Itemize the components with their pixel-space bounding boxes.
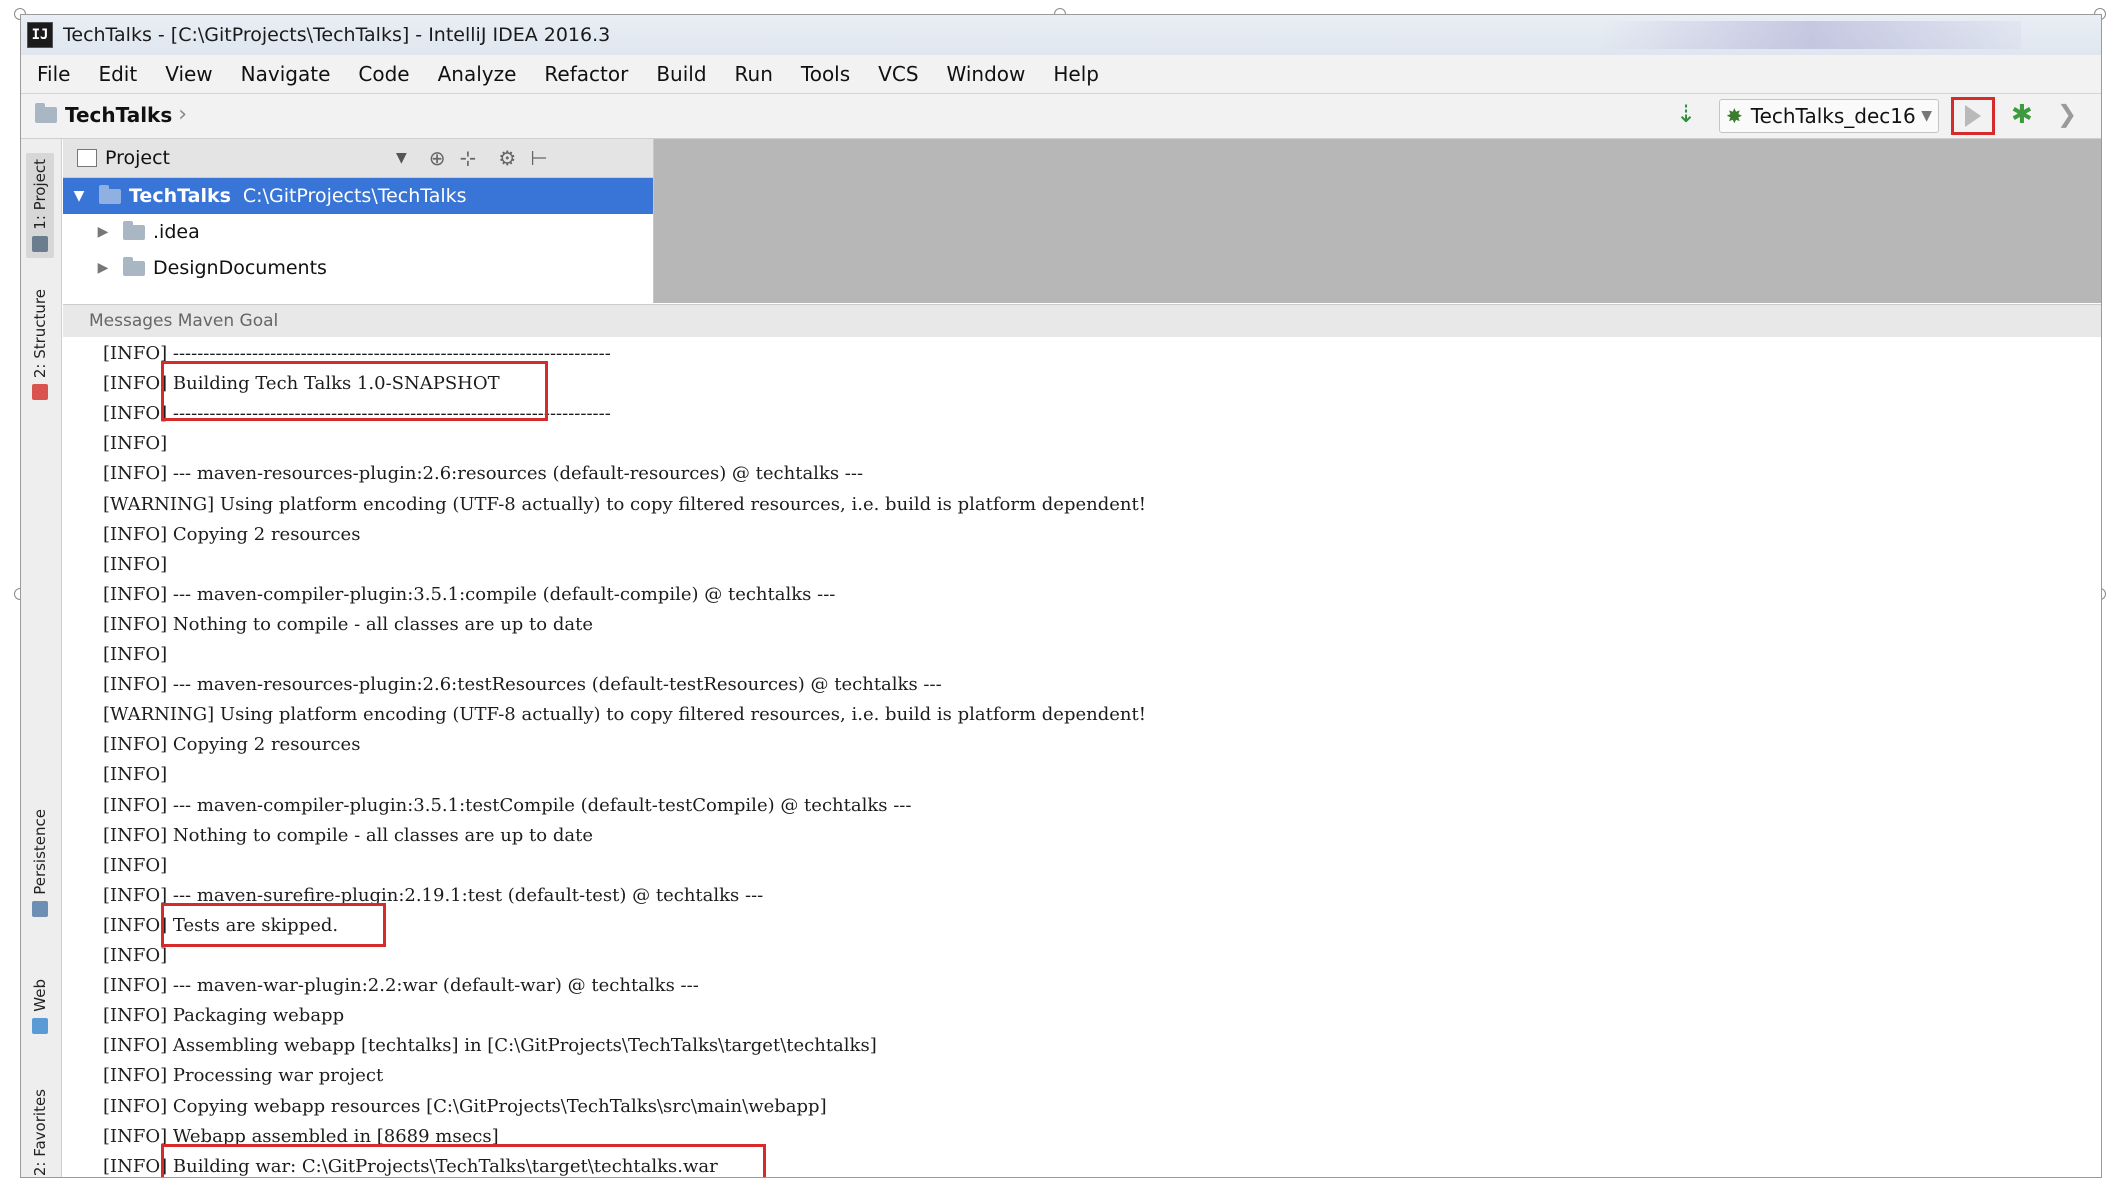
intellij-logo-icon: IJ bbox=[27, 22, 53, 48]
menu-tools[interactable]: Tools bbox=[797, 60, 854, 88]
console-line: [INFO] bbox=[103, 854, 168, 876]
hide-panel-icon[interactable]: ⊢ bbox=[530, 146, 547, 170]
left-tool-strip: 1: Project 2: Structure Persistence Web … bbox=[21, 139, 62, 1177]
console-line: [INFO] bbox=[103, 764, 168, 786]
folder-icon bbox=[123, 256, 145, 276]
highlight-box bbox=[160, 902, 387, 947]
navigation-bar: TechTalks › ⇣ ✸ TechTalks_dec16 ▼ ✱ ❯ bbox=[21, 94, 2101, 139]
tree-item-path: C:\GitProjects\TechTalks bbox=[242, 185, 467, 207]
menu-edit[interactable]: Edit bbox=[94, 60, 141, 88]
collapse-all-icon[interactable]: ⊹ bbox=[460, 146, 477, 170]
project-icon bbox=[32, 235, 48, 252]
run-configuration-dropdown[interactable]: ✸ TechTalks_dec16 ▼ bbox=[1719, 99, 1939, 133]
console-line: [WARNING] Using platform encoding (UTF-8… bbox=[103, 493, 1146, 515]
web-icon bbox=[32, 1017, 48, 1034]
console-line: [INFO] Packaging webapp bbox=[103, 1005, 345, 1027]
run-configuration-label: TechTalks_dec16 bbox=[1750, 104, 1916, 128]
project-panel-header: Project ▼ ⊕ ⊹ ⚙ ⊢ bbox=[63, 139, 653, 178]
console-line: [INFO] --- maven-war-plugin:2.2:war (def… bbox=[103, 975, 699, 997]
console-line: [INFO] --- maven-resources-plugin:2.6:re… bbox=[103, 463, 864, 485]
project-view-icon bbox=[77, 149, 97, 167]
menu-build[interactable]: Build bbox=[652, 60, 710, 88]
console-line: [INFO] bbox=[103, 553, 168, 575]
gear-icon[interactable]: ⚙ bbox=[498, 146, 516, 170]
maven-console-output[interactable]: [INFO] ---------------------------------… bbox=[63, 337, 2101, 1177]
console-line: [WARNING] Using platform encoding (UTF-8… bbox=[103, 704, 1146, 726]
run-with-coverage-icon[interactable]: ❯ bbox=[2057, 100, 2077, 128]
console-line: [INFO] Copying webapp resources [C:\GitP… bbox=[103, 1095, 827, 1117]
console-line: [INFO] --- maven-resources-plugin:2.6:te… bbox=[103, 674, 942, 696]
menu-code[interactable]: Code bbox=[354, 60, 413, 88]
menu-refactor[interactable]: Refactor bbox=[540, 60, 632, 88]
console-line: [INFO] Copying 2 resources bbox=[103, 734, 361, 756]
menu-help[interactable]: Help bbox=[1049, 60, 1103, 88]
tab-web[interactable]: Web bbox=[26, 979, 54, 1034]
menu-analyze[interactable]: Analyze bbox=[434, 60, 521, 88]
tab-web-label: Web bbox=[31, 979, 49, 1012]
messages-panel-title: Messages Maven Goal bbox=[89, 311, 279, 331]
highlight-box bbox=[160, 361, 548, 422]
console-line: [INFO] bbox=[103, 644, 168, 665]
project-panel-title[interactable]: Project bbox=[105, 147, 170, 169]
structure-icon bbox=[32, 384, 48, 401]
tab-structure-label: 2: Structure bbox=[31, 289, 49, 379]
console-line: [INFO] Nothing to compile - all classes … bbox=[103, 613, 593, 635]
chevron-down-icon[interactable]: ▼ bbox=[396, 150, 407, 166]
menu-run[interactable]: Run bbox=[731, 60, 777, 88]
chevron-right-icon: › bbox=[178, 102, 188, 127]
collapsed-arrow-icon[interactable]: ▶ bbox=[91, 260, 115, 276]
ide-window: IJ TechTalks - [C:\GitProjects\TechTalks… bbox=[20, 14, 2102, 1178]
maven-config-icon: ✸ bbox=[1726, 104, 1743, 128]
menu-navigate[interactable]: Navigate bbox=[237, 60, 335, 88]
play-icon bbox=[1965, 105, 1981, 127]
tree-item-techtalks[interactable]: ▼ TechTalks C:\GitProjects\TechTalks bbox=[63, 178, 653, 214]
title-bar: IJ TechTalks - [C:\GitProjects\TechTalks… bbox=[21, 15, 2101, 56]
console-line: [INFO] Processing war project bbox=[103, 1065, 384, 1087]
menu-bar: File Edit View Navigate Code Analyze Ref… bbox=[21, 55, 2101, 94]
console-line: [INFO] Assembling webapp [techtalks] in … bbox=[103, 1035, 877, 1057]
module-folder-icon bbox=[99, 184, 121, 204]
tab-persistence-label: Persistence bbox=[31, 809, 49, 895]
messages-panel-header: Messages Maven Goal bbox=[63, 304, 2101, 338]
console-line: [INFO] Nothing to compile - all classes … bbox=[103, 824, 593, 846]
menu-file[interactable]: File bbox=[33, 60, 74, 88]
collapsed-arrow-icon[interactable]: ▶ bbox=[91, 224, 115, 240]
tab-project[interactable]: 1: Project bbox=[26, 153, 54, 258]
persistence-icon bbox=[32, 900, 48, 917]
tab-favorites-label: 2: Favorites bbox=[31, 1089, 49, 1177]
console-line: [INFO] bbox=[103, 433, 168, 455]
console-line: [INFO] --- maven-compiler-plugin:3.5.1:c… bbox=[103, 583, 836, 605]
tree-item-name: .idea bbox=[153, 221, 200, 243]
debug-bug-icon[interactable]: ✱ bbox=[2011, 100, 2033, 130]
breadcrumb[interactable]: TechTalks › bbox=[35, 102, 187, 127]
tab-structure[interactable]: 2: Structure bbox=[26, 289, 54, 401]
menu-vcs[interactable]: VCS bbox=[874, 60, 922, 88]
tree-item-designdocuments[interactable]: ▶ DesignDocuments bbox=[63, 250, 653, 286]
tree-item-idea[interactable]: ▶ .idea bbox=[63, 214, 653, 250]
breadcrumb-project: TechTalks bbox=[65, 102, 173, 127]
editor-area bbox=[654, 139, 2101, 303]
obscured-area bbox=[1601, 21, 2021, 49]
chevron-down-icon: ▼ bbox=[1921, 108, 1932, 124]
run-button[interactable] bbox=[1951, 97, 1995, 135]
window-title: TechTalks - [C:\GitProjects\TechTalks] -… bbox=[63, 24, 611, 46]
build-icon[interactable]: ⇣ bbox=[1676, 100, 1696, 128]
expand-arrow-icon[interactable]: ▼ bbox=[67, 188, 91, 204]
console-line: [INFO] Copying 2 resources bbox=[103, 523, 361, 545]
tab-persistence[interactable]: Persistence bbox=[26, 809, 54, 917]
project-tool-window: Project ▼ ⊕ ⊹ ⚙ ⊢ ▼ TechTalks C:\GitProj… bbox=[63, 139, 654, 303]
tab-favorites[interactable]: 2: Favorites bbox=[26, 1089, 54, 1176]
menu-window[interactable]: Window bbox=[943, 60, 1030, 88]
folder-icon bbox=[123, 220, 145, 240]
tab-project-label: 1: Project bbox=[31, 159, 49, 230]
console-line: [INFO] bbox=[103, 945, 168, 966]
sync-icon[interactable]: ⊕ bbox=[429, 146, 446, 170]
project-folder-icon bbox=[35, 102, 57, 123]
tree-item-name: TechTalks bbox=[129, 185, 231, 207]
menu-view[interactable]: View bbox=[161, 60, 216, 88]
highlight-box bbox=[160, 1143, 766, 1177]
console-line: [INFO] --- maven-compiler-plugin:3.5.1:t… bbox=[103, 794, 912, 816]
tree-item-name: DesignDocuments bbox=[153, 257, 327, 279]
